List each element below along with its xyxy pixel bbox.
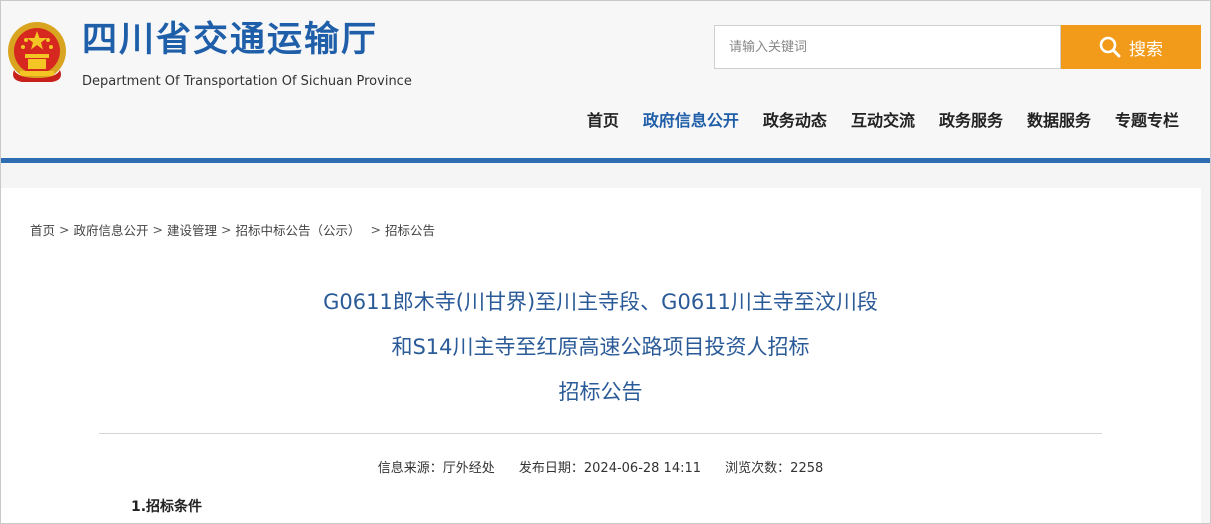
breadcrumb-construction[interactable]: 建设管理	[167, 220, 217, 239]
article-title-line: 招标公告	[558, 380, 643, 404]
breadcrumb-current[interactable]: 招标公告	[385, 220, 435, 239]
article-title: G0611郎木寺(川甘界)至川主寺段、G0611川主寺至汶川段 和S14川主寺至…	[0, 280, 1201, 415]
nav-item-news[interactable]: 政务动态	[751, 108, 839, 134]
article-date: 发布日期：2024-06-28 14:11	[518, 461, 702, 476]
breadcrumb-separator: >	[370, 222, 381, 237]
search-button[interactable]: 搜索	[1061, 25, 1201, 69]
breadcrumb-separator: >	[221, 222, 232, 237]
title-divider	[99, 433, 1102, 434]
article-source: 信息来源：厅外经处	[377, 461, 495, 476]
article-title-line: G0611郎木寺(川甘界)至川主寺段、G0611川主寺至汶川段	[323, 290, 878, 314]
article-views: 浏览次数：2258	[725, 461, 824, 476]
search-icon	[1099, 36, 1121, 58]
breadcrumb: 首页 > 政府信息公开 > 建设管理 > 招标中标公告（公示） > 招标公告	[30, 220, 435, 239]
nav-divider-bar	[0, 158, 1211, 163]
breadcrumb-separator: >	[152, 222, 163, 237]
site-header: 四川省交通运输厅 Department Of Transportation Of…	[0, 0, 1211, 158]
site-subtitle: Department Of Transportation Of Sichuan …	[82, 74, 412, 89]
search-input[interactable]	[714, 25, 1061, 69]
national-emblem-icon[interactable]	[6, 20, 68, 86]
breadcrumb-bidding-notices[interactable]: 招标中标公告（公示）	[236, 220, 361, 239]
main-nav: 首页 政府信息公开 政务动态 互动交流 政务服务 数据服务 专题专栏	[575, 108, 1191, 134]
section-heading: 1.招标条件	[131, 499, 203, 515]
site-title[interactable]: 四川省交通运输厅	[82, 18, 378, 62]
search-button-label: 搜索	[1129, 39, 1163, 60]
nav-item-services[interactable]: 政务服务	[927, 108, 1015, 134]
article-meta: 信息来源：厅外经处 发布日期：2024-06-28 14:11 浏览次数：225…	[0, 457, 1201, 476]
article-title-line: 和S14川主寺至红原高速公路项目投资人招标	[391, 335, 810, 359]
nav-item-topics[interactable]: 专题专栏	[1103, 108, 1191, 134]
nav-item-interaction[interactable]: 互动交流	[839, 108, 927, 134]
nav-item-home[interactable]: 首页	[575, 108, 631, 134]
breadcrumb-home[interactable]: 首页	[30, 220, 55, 239]
nav-item-gov-info[interactable]: 政府信息公开	[631, 108, 751, 134]
nav-item-data[interactable]: 数据服务	[1015, 108, 1103, 134]
article-container: 首页 > 政府信息公开 > 建设管理 > 招标中标公告（公示） > 招标公告 G…	[0, 188, 1201, 524]
breadcrumb-separator: >	[59, 222, 70, 237]
breadcrumb-gov-info[interactable]: 政府信息公开	[74, 220, 149, 239]
